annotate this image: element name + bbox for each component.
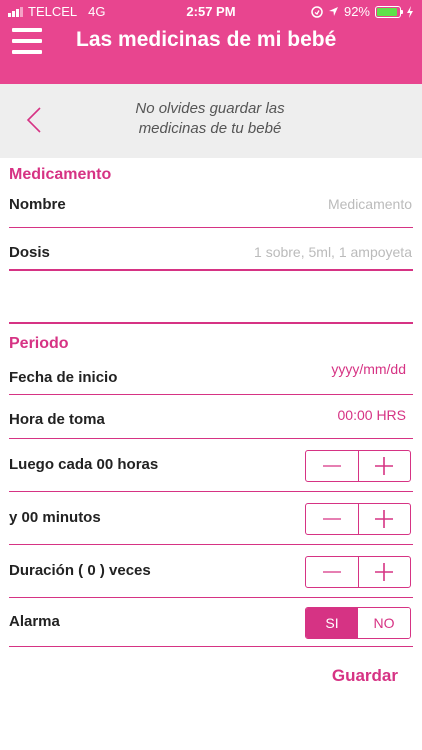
duration-increment-button[interactable]: [357, 557, 411, 587]
alarma-label: Alarma: [9, 613, 60, 630]
minutes-decrement-button[interactable]: [306, 504, 358, 534]
section-title-periodo: Periodo: [9, 335, 69, 352]
plus-icon: [375, 457, 394, 475]
status-bar: TELCEL 4G 2:57 PM 92%: [0, 0, 422, 24]
plus-icon: [375, 563, 394, 581]
duration-stepper[interactable]: [305, 556, 411, 588]
dosis-label: Dosis: [9, 244, 50, 261]
duration-divider: [9, 597, 413, 598]
hora-toma-label: Hora de toma: [9, 411, 105, 428]
duracion-label: Duración ( 0 ) veces: [9, 562, 151, 579]
reminder-line-2: medicinas de tu bebé: [138, 120, 282, 137]
battery-icon: [375, 5, 403, 18]
minutes-stepper[interactable]: [305, 503, 411, 535]
alarm-on-option[interactable]: SI: [306, 608, 358, 638]
section-title-medicamento: Medicamento: [9, 166, 112, 183]
fecha-inicio-label: Fecha de inicio: [9, 369, 118, 386]
save-button[interactable]: Guardar: [332, 666, 398, 686]
nombre-label: Nombre: [9, 196, 66, 213]
nombre-input[interactable]: Medicamento: [328, 196, 412, 212]
hamburger-menu-icon[interactable]: [12, 28, 42, 54]
page-title: Las medicinas de mi bebé: [76, 28, 337, 51]
fecha-divider: [9, 394, 413, 395]
plus-icon: [375, 510, 394, 528]
minutes-divider: [9, 544, 413, 545]
charging-icon: [407, 5, 413, 18]
hours-increment-button[interactable]: [357, 451, 411, 481]
hours-stepper[interactable]: [305, 450, 411, 482]
battery-percent: 92%: [343, 4, 370, 19]
reminder-line-1: No olvides guardar las: [135, 100, 285, 117]
subheader-banner: No olvides guardar las medicinas de tu b…: [0, 84, 422, 158]
minus-icon: [322, 465, 341, 467]
back-chevron-icon[interactable]: [24, 107, 48, 133]
alarm-off-option[interactable]: NO: [358, 608, 410, 638]
location-icon: [328, 7, 338, 16]
hours-decrement-button[interactable]: [306, 451, 358, 481]
reminder-message: No olvides guardar las medicinas de tu b…: [90, 99, 330, 139]
fecha-inicio-input[interactable]: yyyy/mm/dd: [331, 361, 406, 377]
cada-horas-label: Luego cada 00 horas: [9, 456, 159, 473]
screen-lock-icon: [311, 5, 323, 18]
dosis-input[interactable]: 1 sobre, 5ml, 1 ampoyeta: [254, 244, 412, 260]
dosis-divider: [9, 269, 413, 271]
alarm-divider: [9, 646, 413, 647]
hours-divider: [9, 491, 413, 492]
duration-decrement-button[interactable]: [306, 557, 358, 587]
alarm-toggle[interactable]: SI NO: [305, 607, 411, 639]
minutes-increment-button[interactable]: [357, 504, 411, 534]
minus-icon: [322, 518, 341, 520]
minutos-label: y 00 minutos: [9, 509, 101, 526]
hora-divider: [9, 438, 413, 439]
minus-icon: [322, 571, 341, 573]
nombre-divider: [9, 227, 413, 228]
app-header: TELCEL 4G 2:57 PM 92% Las medicinas de m…: [0, 0, 422, 84]
hora-toma-input[interactable]: 00:00 HRS: [338, 407, 406, 423]
section-divider: [9, 322, 413, 324]
